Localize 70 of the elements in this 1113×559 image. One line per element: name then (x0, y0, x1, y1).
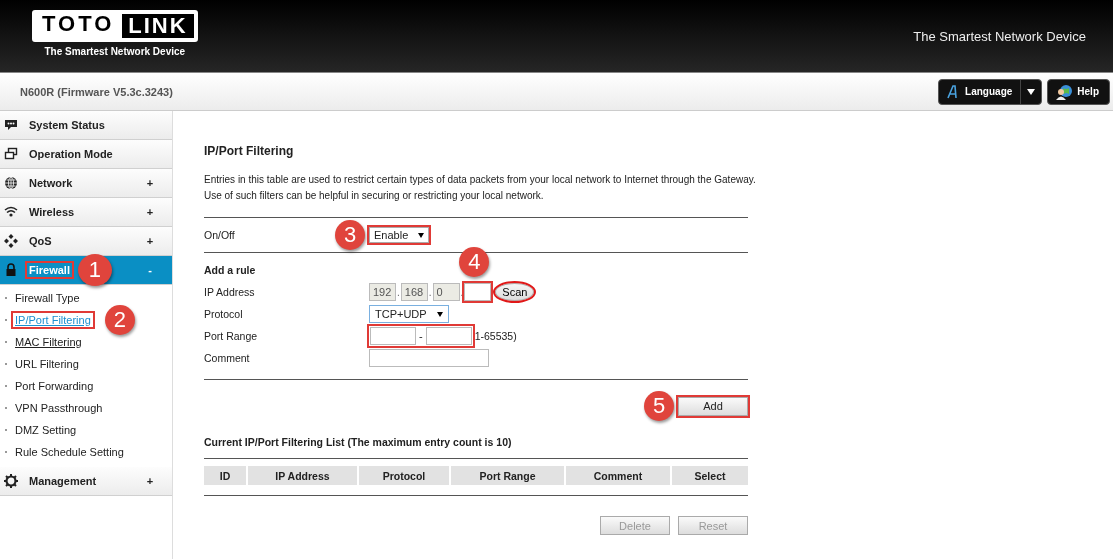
expand-toggle[interactable]: + (146, 177, 154, 189)
description-text: Entries in this table are used to restrict certain types of data packets from your local network to Internet through the Gateway. (204, 174, 756, 186)
protocol-dropdown[interactable]: TCP+UDP (369, 305, 449, 323)
sidebar-item[interactable]: Wireless + (0, 198, 172, 227)
firmware-label: N600R (Firmware V5.3c.3243) (20, 85, 173, 98)
expand-toggle[interactable]: + (146, 235, 154, 247)
sidebar-item[interactable]: Network + (0, 169, 172, 198)
submenu-link[interactable]: URL Filtering (13, 357, 81, 371)
field-label: Port Range (204, 330, 259, 342)
column-header: Protocol (359, 466, 449, 485)
section-heading: Add a rule (204, 264, 257, 276)
description-text: Use of such filters can be helpful in securing or restricting your local network. (204, 190, 544, 202)
page-title: IP/Port Filtering (204, 144, 295, 158)
field-label: On/Off (204, 229, 236, 241)
column-header: Comment (566, 466, 670, 485)
port-range-hint: 1-65535) (474, 330, 517, 342)
expand-toggle[interactable]: + (146, 206, 154, 218)
port-end-field[interactable] (425, 327, 472, 345)
column-header: ID (204, 466, 246, 485)
step-number-badge: 2 (104, 305, 135, 335)
submenu-link[interactable]: Port Forwarding (13, 379, 96, 393)
dot-separator: . (460, 286, 464, 298)
add-button[interactable]: Add (678, 396, 748, 416)
sidebar-item[interactable]: Operation Mode (0, 140, 172, 169)
field-label: IP Address (204, 286, 256, 298)
submenu-link[interactable]: MAC Filtering (13, 335, 84, 349)
sidebar-item[interactable]: Firewall 1 - (0, 256, 172, 285)
wifi-icon (4, 205, 18, 219)
submenu-link[interactable]: Rule Schedule Setting (13, 445, 126, 459)
logo-tagline: The Smartest Network Device (44, 45, 186, 57)
four-diamonds-icon (4, 234, 18, 248)
letter-a-icon (947, 84, 958, 99)
sidebar-item[interactable]: Management + (0, 467, 172, 496)
help-button[interactable]: Help (1047, 78, 1110, 105)
comment-field[interactable] (369, 349, 489, 367)
step-number-badge: 4 (459, 247, 490, 277)
step-number-badge: 5 (644, 391, 674, 421)
sidebar-item[interactable]: System Status (0, 111, 172, 140)
dot-separator: . (397, 286, 400, 298)
on-off-dropdown[interactable]: Enable (369, 227, 430, 243)
sidebar-item[interactable]: QoS + (0, 227, 172, 256)
submenu-link[interactable]: DMZ Setting (13, 423, 79, 437)
column-header: Select (672, 466, 748, 485)
submenu-link[interactable]: Firewall Type (13, 291, 82, 305)
list-title: Current IP/Port Filtering List (The maximum entry count is 10) (204, 436, 513, 448)
submenu-link[interactable]: IP/Port Filtering (13, 313, 93, 327)
caret-icon (1027, 88, 1036, 95)
expand-toggle[interactable]: - (146, 264, 154, 276)
expand-toggle[interactable]: + (146, 475, 154, 487)
logo: TOTO LINK (32, 9, 198, 42)
header-slogan: The Smartest Network Device (913, 28, 1086, 44)
dot-separator: . (428, 286, 432, 298)
column-header: Port Range (451, 466, 564, 485)
step-number-badge: 3 (335, 220, 365, 250)
globe-person-icon (1056, 83, 1073, 100)
step-number-badge: 1 (77, 254, 112, 286)
highlighted-label: Firewall (27, 263, 72, 277)
globe-icon (4, 176, 18, 190)
port-start-field[interactable] (370, 327, 416, 345)
gear-icon (4, 474, 18, 488)
windows-icon (4, 147, 18, 161)
range-dash: - (419, 330, 423, 342)
scan-button[interactable]: Scan (495, 283, 535, 301)
column-header: IP Address (248, 466, 357, 485)
chat-bubble-icon (4, 118, 18, 132)
field-label: Comment (204, 352, 251, 364)
submenu-link[interactable]: VPN Passthrough (13, 401, 105, 415)
padlock-icon (4, 263, 18, 277)
field-label: Protocol (204, 308, 244, 320)
ip-octet-field[interactable] (464, 283, 492, 301)
